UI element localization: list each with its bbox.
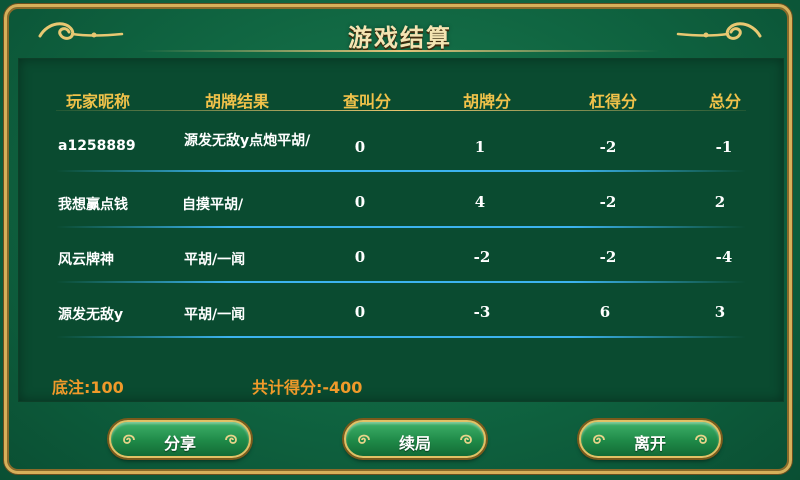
cloud-ornament-right-icon xyxy=(676,22,762,40)
cloud-ornament-left-icon xyxy=(38,22,124,40)
column-header-total: 总分 xyxy=(708,92,741,111)
hu-score: -2 xyxy=(473,248,491,266)
player-name: 我想赢点钱 xyxy=(58,197,128,213)
gang-score: -2 xyxy=(599,138,617,156)
row-divider xyxy=(56,336,746,338)
total-score-label: 共计得分:-400 xyxy=(252,378,363,397)
total-score: -1 xyxy=(715,138,733,156)
column-header-cha: 查叫分 xyxy=(342,92,391,111)
gang-score: 6 xyxy=(599,303,611,321)
hu-result: 平胡/一闻 xyxy=(184,307,246,323)
hu-result: 源发无敌y点炮平胡/ xyxy=(184,133,311,149)
gang-score: -2 xyxy=(599,248,617,266)
continue-button[interactable]: 续局 xyxy=(344,420,486,458)
hu-score: -3 xyxy=(473,303,491,321)
hu-score: 4 xyxy=(474,193,486,211)
cha-score: 0 xyxy=(354,193,366,211)
row-divider xyxy=(56,170,746,172)
total-score: 2 xyxy=(714,193,726,211)
cha-score: 0 xyxy=(354,248,366,266)
header-divider xyxy=(56,110,746,111)
share-button[interactable]: 分享 xyxy=(109,420,251,458)
cha-score: 0 xyxy=(354,138,366,156)
column-header-player: 玩家昵称 xyxy=(65,92,130,111)
player-name: 风云牌神 xyxy=(58,252,114,268)
player-name: 源发无敌y xyxy=(58,307,124,323)
scroll-ornament-icon xyxy=(460,434,472,444)
scroll-ornament-icon xyxy=(695,434,707,444)
gang-score: -2 xyxy=(599,193,617,211)
base-bet-label: 底注:100 xyxy=(52,378,124,397)
row-divider xyxy=(56,281,746,283)
hu-score: 1 xyxy=(474,138,486,156)
title-band: 游戏结算 xyxy=(180,8,620,52)
scroll-ornament-icon xyxy=(225,434,237,444)
leave-button[interactable]: 离开 xyxy=(579,420,721,458)
player-name: a1258889 xyxy=(58,138,136,154)
cha-score: 0 xyxy=(354,303,366,321)
column-header-hu: 胡牌分 xyxy=(462,92,511,111)
total-score: 3 xyxy=(714,303,726,321)
hu-result: 平胡/一闻 xyxy=(184,252,246,268)
row-divider xyxy=(56,226,746,228)
column-header-result: 胡牌结果 xyxy=(204,92,269,111)
column-header-gang: 杠得分 xyxy=(588,92,637,111)
title-divider xyxy=(140,50,660,52)
dialog-title: 游戏结算 xyxy=(348,24,452,52)
total-score: -4 xyxy=(715,248,733,266)
hu-result: 自摸平胡/ xyxy=(182,197,244,213)
